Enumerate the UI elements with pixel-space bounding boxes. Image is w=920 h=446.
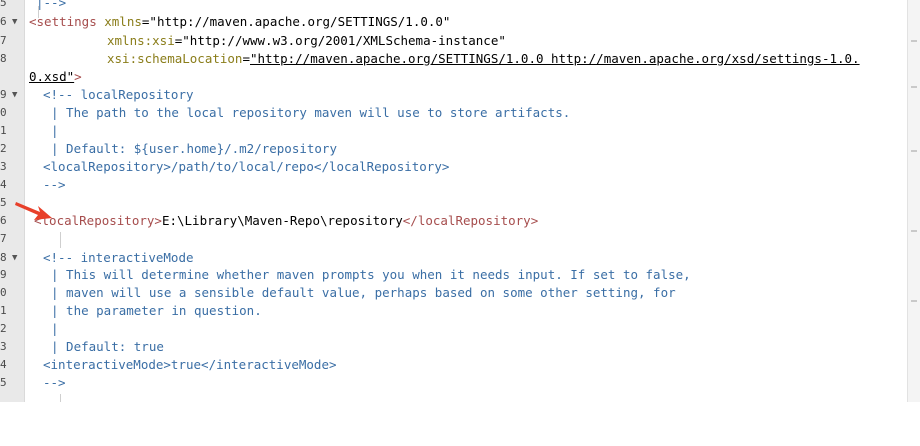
- code-token: xmlns:xsi: [107, 33, 175, 48]
- code-token: |: [51, 123, 59, 138]
- vertical-scrollbar[interactable]: [907, 0, 920, 402]
- code-line: 2 | Default: ${user.home}/.m2/repository: [0, 140, 906, 158]
- line-number: 9: [0, 88, 7, 101]
- code-token: <interactiveMode>true</interactiveMode>: [43, 357, 337, 372]
- line-number: 7: [0, 232, 7, 245]
- line-number: 5: [0, 196, 7, 209]
- scrollbar-marker: [911, 86, 917, 88]
- code-token: xmlns: [96, 14, 142, 29]
- scrollbar-marker: [911, 300, 917, 302]
- code-token: =: [242, 51, 250, 66]
- scrollbar-marker: [911, 150, 917, 152]
- line-number: 1: [0, 124, 7, 137]
- code-token: xsi:schemaLocation: [107, 51, 243, 66]
- red-arrow-icon: [15, 202, 52, 220]
- code-line: 5 |-->: [0, 0, 906, 12]
- code-line: 1 |: [0, 122, 906, 140]
- code-line: 9 ▼ <!-- localRepository: [0, 86, 906, 104]
- code-token: >: [74, 69, 82, 84]
- code-line: 5: [0, 194, 906, 212]
- scrollbar-marker: [911, 230, 917, 232]
- code-token: http://maven.apache.org/xsd/settings-1.0…: [543, 51, 860, 66]
- line-number: 9: [0, 268, 7, 281]
- line-number: 5: [0, 0, 7, 9]
- line-number: 1: [0, 304, 7, 317]
- code-token: </localRepository>: [402, 213, 539, 228]
- code-token: <!-- interactiveMode: [43, 250, 194, 265]
- line-number: 4: [0, 178, 7, 191]
- code-line: 0 | The path to the local repository mav…: [0, 104, 906, 122]
- code-token: |-->: [36, 0, 67, 10]
- code-token: "http://maven.apache.org/SETTINGS/1.0.0: [250, 51, 544, 66]
- code-line: 0 | maven will use a sensible default va…: [0, 284, 906, 302]
- line-number: 2: [0, 322, 7, 335]
- code-line: 1 | the parameter in question.: [0, 302, 906, 320]
- code-line: 4 -->: [0, 176, 906, 194]
- line-number: 6: [0, 214, 7, 227]
- line-number: 6: [0, 15, 7, 28]
- line-number: 0: [0, 286, 7, 299]
- line-number: 5: [0, 376, 7, 389]
- code-token: 0.xsd": [29, 69, 75, 84]
- code-line: 7: [0, 230, 906, 248]
- fold-arrow-icon[interactable]: ▼: [12, 249, 17, 267]
- code-line: 3 <localRepository>/path/to/local/repo</…: [0, 158, 906, 176]
- line-number: 7: [0, 34, 7, 47]
- code-token: | The path to the local repository maven…: [51, 105, 571, 120]
- code-token: -->: [43, 375, 66, 390]
- line-number: 4: [0, 358, 7, 371]
- code-line: 7 xmlns:xsi="http://www.w3.org/2001/XMLS…: [0, 32, 906, 50]
- line-number: 8: [0, 52, 7, 65]
- line-number: 0: [0, 106, 7, 119]
- code-line: 5 -->: [0, 374, 906, 392]
- code-token: | Default: ${user.home}/.m2/repository: [51, 141, 337, 156]
- code-token: | This will determine whether maven prom…: [51, 267, 691, 282]
- code-line: 4 <interactiveMode>true</interactiveMode…: [0, 356, 906, 374]
- fold-arrow-icon[interactable]: ▼: [12, 86, 17, 104]
- code-token: | the parameter in question.: [51, 303, 262, 318]
- code-line: 9 | This will determine whether maven pr…: [0, 266, 906, 284]
- code-token: <settings: [29, 14, 97, 29]
- code-line: 8 ▼ <!-- interactiveMode: [0, 249, 906, 267]
- code-token: <localRepository>/path/to/local/repo</lo…: [43, 159, 450, 174]
- code-token: <!-- localRepository: [43, 87, 194, 102]
- code-token: |: [51, 321, 59, 336]
- fold-arrow-icon[interactable]: ▼: [12, 13, 17, 31]
- code-line: 2 |: [0, 320, 906, 338]
- line-number: 2: [0, 142, 7, 155]
- line-number: 8: [0, 251, 7, 264]
- code-token: -->: [43, 177, 66, 192]
- code-token: | maven will use a sensible default valu…: [51, 285, 676, 300]
- code-line: 6 <localRepository>E:\Library\Maven-Repo…: [0, 212, 906, 230]
- code-line: 0.xsd">: [0, 68, 906, 86]
- code-token: E:\Library\Maven-Repo\repository: [161, 213, 403, 228]
- code-token: "http://www.w3.org/2001/XMLSchema-instan…: [182, 33, 506, 48]
- line-number: 3: [0, 160, 7, 173]
- line-number: 3: [0, 340, 7, 353]
- code-line: 6 ▼ <settings xmlns="http://maven.apache…: [0, 13, 906, 31]
- code-token: | Default: true: [51, 339, 164, 354]
- code-line: 8 xsi:schemaLocation="http://maven.apach…: [0, 50, 906, 68]
- code-token: "http://maven.apache.org/SETTINGS/1.0.0": [149, 14, 451, 29]
- scrollbar-marker: [911, 40, 917, 42]
- code-line: 3 | Default: true: [0, 338, 906, 356]
